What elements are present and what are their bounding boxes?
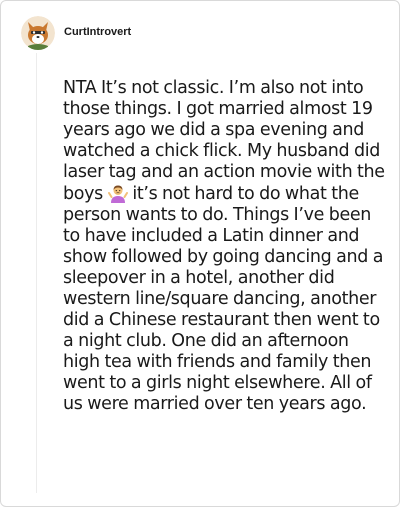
- person-shrugging-emoji-icon: [107, 183, 128, 203]
- comment-text-part-2: it’s not hard to do what the person want…: [63, 184, 384, 414]
- comment-author[interactable]: CurtIntrovert: [64, 26, 131, 38]
- comment-header: CurtIntrovert: [21, 15, 131, 51]
- thread-line[interactable]: [36, 53, 37, 493]
- fox-avatar-icon[interactable]: [21, 16, 55, 50]
- comment-body: NTA It’s not classic. I’m also not into …: [63, 78, 389, 415]
- comment-card: CurtIntrovert NTA It’s not classic. I’m …: [0, 0, 400, 507]
